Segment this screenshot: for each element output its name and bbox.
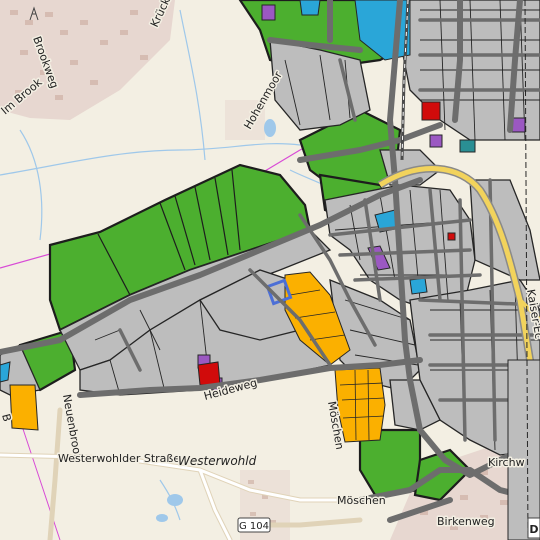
label-moeschen: Möschen bbox=[337, 494, 386, 507]
map-canvas[interactable]: Krückau Brookweg Im Brook Hohenmoor Neue… bbox=[0, 0, 540, 540]
label-westerwohld: Westerwohld bbox=[178, 454, 257, 468]
label-kirchweg: Kirchw bbox=[488, 456, 525, 469]
road-shield-g104: G 104 bbox=[237, 517, 271, 533]
svg-text:D: D bbox=[529, 523, 538, 536]
road-shield-d: D bbox=[527, 517, 540, 539]
svg-text:G 104: G 104 bbox=[239, 521, 269, 532]
label-birkenweg: Birkenweg bbox=[437, 515, 495, 528]
label-westerwohlder-strasse: Westerwohlder Straße bbox=[58, 452, 180, 465]
map-view[interactable]: Krückau Brookweg Im Brook Hohenmoor Neue… bbox=[0, 0, 540, 540]
